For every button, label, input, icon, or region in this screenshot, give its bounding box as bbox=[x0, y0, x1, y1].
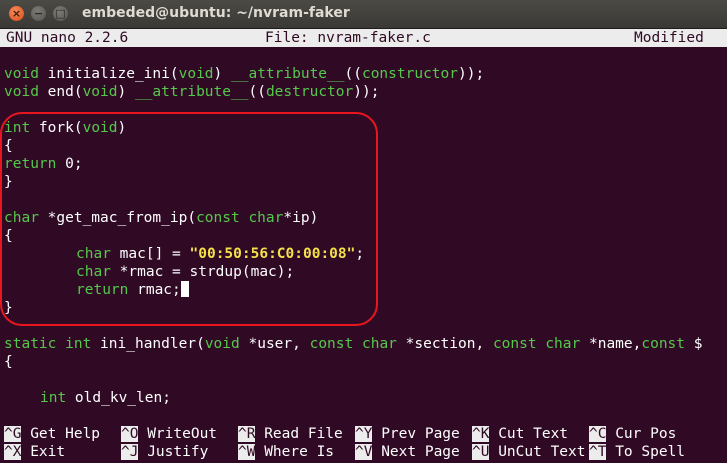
shortcut-next-page[interactable]: ^V Next Page bbox=[355, 443, 460, 461]
minimize-icon[interactable]: − bbox=[31, 6, 46, 21]
terminal-area[interactable]: GNU nano 2.2.6 File: nvram-faker.c Modif… bbox=[0, 29, 727, 463]
shortcut-uncut-text[interactable]: ^U UnCut Text bbox=[472, 443, 586, 461]
shortcut-exit[interactable]: ^X Exit bbox=[4, 443, 65, 461]
code-line: { bbox=[4, 354, 13, 370]
shortcut-get-help[interactable]: ^G Get Help bbox=[4, 425, 100, 443]
code-line: int old_kv_len; bbox=[40, 390, 171, 406]
window-titlebar[interactable]: × − □ embeded@ubuntu: ~/nvram-faker bbox=[0, 0, 727, 29]
shortcut-justify[interactable]: ^J Justify bbox=[121, 443, 208, 461]
shortcut-to-spell[interactable]: ^T To Spell bbox=[589, 443, 685, 461]
nano-status: Modified bbox=[634, 30, 704, 46]
close-icon[interactable]: × bbox=[9, 6, 24, 21]
maximize-icon[interactable]: □ bbox=[53, 6, 68, 21]
code-line: void initialize_ini(void) __attribute__(… bbox=[4, 66, 485, 82]
shortcut-writeout[interactable]: ^O WriteOut bbox=[121, 425, 217, 443]
annotation-highlight-box bbox=[0, 112, 378, 326]
shortcut-cur-pos[interactable]: ^C Cur Pos bbox=[589, 425, 676, 443]
shortcut-read-file[interactable]: ^R Read File bbox=[238, 425, 343, 443]
shortcut-cut-text[interactable]: ^K Cut Text bbox=[472, 425, 568, 443]
nano-version: GNU nano 2.2.6 bbox=[6, 30, 129, 46]
shortcut-where-is[interactable]: ^W Where Is bbox=[238, 443, 334, 461]
code-line: static int ini_handler(void *user, const… bbox=[4, 336, 703, 352]
code-line: void end(void) __attribute__((destructor… bbox=[4, 84, 380, 100]
nano-header: GNU nano 2.2.6 File: nvram-faker.c Modif… bbox=[0, 29, 727, 47]
nano-filename: File: nvram-faker.c bbox=[265, 30, 431, 46]
shortcut-prev-page[interactable]: ^Y Prev Page bbox=[355, 425, 460, 443]
window-title: embeded@ubuntu: ~/nvram-faker bbox=[82, 5, 350, 21]
